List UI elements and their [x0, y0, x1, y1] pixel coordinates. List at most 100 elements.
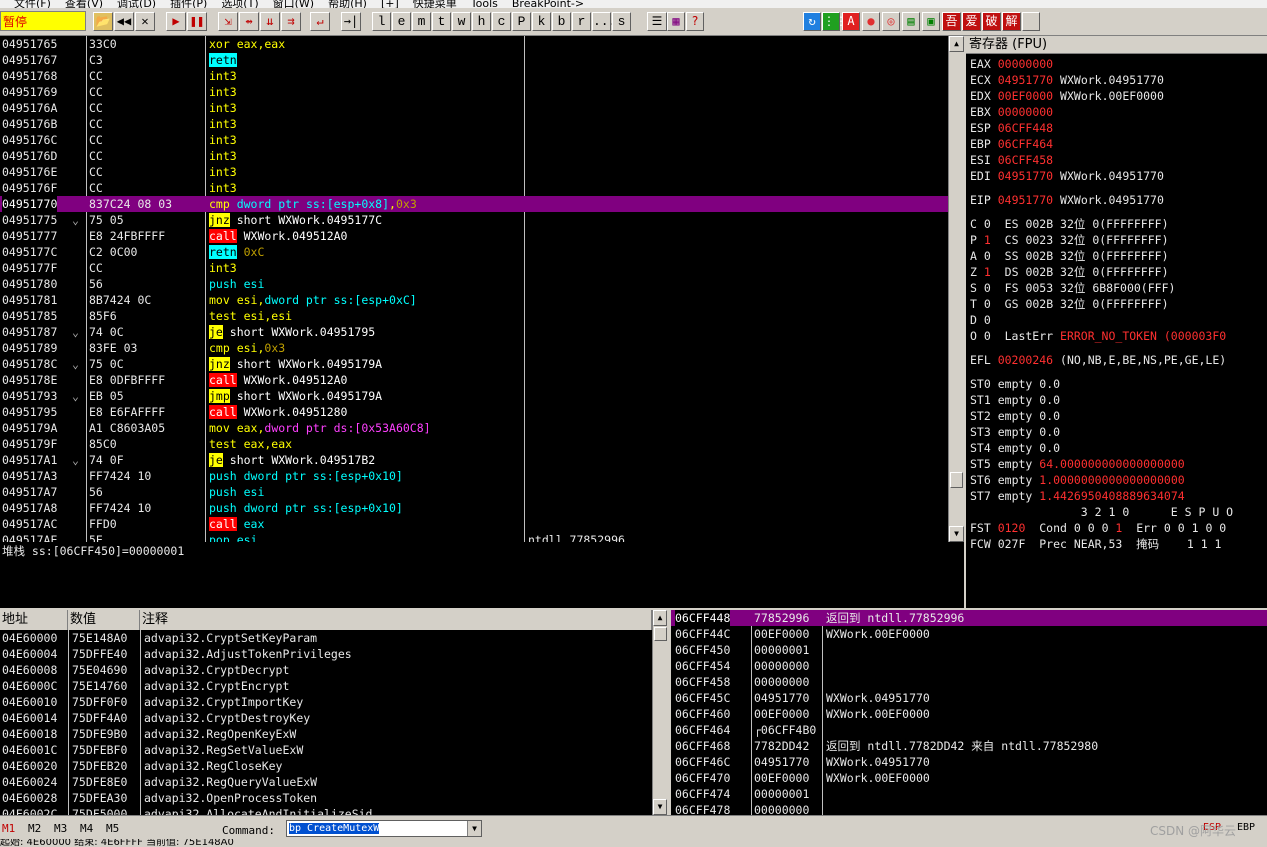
refresh-icon[interactable]: ↻: [803, 12, 821, 31]
scroll-up-icon[interactable]: ▲: [949, 36, 964, 52]
fpu-value[interactable]: 0.0: [1039, 393, 1060, 407]
flag-value[interactable]: 0: [984, 217, 991, 231]
toolbar-letter-button[interactable]: c: [492, 12, 511, 31]
memory-tab[interactable]: M4: [80, 822, 93, 835]
menu-item[interactable]: 快捷菜单: [413, 0, 457, 8]
register-row[interactable]: ESI 06CFF458: [966, 152, 1267, 168]
disasm-row[interactable]: 0495176A CC int3: [0, 100, 948, 116]
fpu-value[interactable]: 0.0: [1039, 441, 1060, 455]
disasm-row[interactable]: 0495178C ⌄ 75 0C jnz short WXWork.0495179A: [0, 356, 948, 372]
disasm-row[interactable]: 0495176E CC int3: [0, 164, 948, 180]
menu-item[interactable]: 帮助(H): [328, 0, 367, 8]
register-value[interactable]: 00EF0000: [998, 89, 1053, 103]
disasm-row[interactable]: 0495176B CC int3: [0, 116, 948, 132]
toolbar-letter-button[interactable]: s: [612, 12, 631, 31]
stack-row[interactable]: 06CFF44C 00EF0000 WXWork.00EF0000: [671, 626, 1267, 642]
stack-row[interactable]: 06CFF450 00000001: [671, 642, 1267, 658]
stack-row[interactable]: 06CFF474 00000001: [671, 786, 1267, 802]
toolbar-letter-button[interactable]: m: [412, 12, 431, 31]
disasm-row[interactable]: 0495176D CC int3: [0, 148, 948, 164]
register-row[interactable]: EDX 00EF0000 WXWork.00EF0000: [966, 88, 1267, 104]
fpu-row[interactable]: ST2 empty 0.0: [966, 408, 1267, 424]
run-icon[interactable]: ▶: [166, 12, 186, 31]
disasm-row[interactable]: 0495177F CC int3: [0, 260, 948, 276]
memory-tab[interactable]: M5: [106, 822, 119, 835]
memory-tab[interactable]: M1: [2, 822, 15, 835]
menu-item[interactable]: Tools: [471, 0, 498, 8]
disasm-row[interactable]: 04951785 85F6 test esi,esi: [0, 308, 948, 324]
disassembly-scrollbar[interactable]: ▲ ▼: [948, 36, 964, 542]
chevron-down-icon[interactable]: ▼: [467, 821, 481, 836]
toolbar-letter-button[interactable]: r: [572, 12, 591, 31]
disasm-row[interactable]: 04951780 56 push esi: [0, 276, 948, 292]
toolbar-letter-button[interactable]: w: [452, 12, 471, 31]
pause-icon[interactable]: ❚❚: [187, 12, 207, 31]
stack-row[interactable]: 06CFF478 00000000: [671, 802, 1267, 815]
plugin-icon[interactable]: ⋮⋮: [822, 12, 847, 31]
dump-row[interactable]: 04E60008 75E04690 advapi32.CryptDecrypt: [0, 662, 652, 678]
register-value[interactable]: 06CFF458: [998, 153, 1053, 167]
fst-value[interactable]: 0120: [998, 521, 1026, 535]
disasm-row[interactable]: 049517AC FFD0 call eax: [0, 516, 948, 532]
terminal-icon[interactable]: ▣: [922, 12, 940, 31]
register-value[interactable]: 00000000: [998, 57, 1053, 71]
stack-pane[interactable]: 06CFF448 77852996 返回到 ntdll.77852996 06CFF4…: [671, 610, 1267, 815]
disasm-row[interactable]: 04951767 C3 retn: [0, 52, 948, 68]
toolbar-letter-button[interactable]: k: [532, 12, 551, 31]
stack-row[interactable]: 06CFF468 7782DD42 返回到 ntdll.7782DD42 来自 nt…: [671, 738, 1267, 754]
toolbar-cn-button[interactable]: 破: [982, 12, 1001, 31]
step-into-icon[interactable]: ⇲: [218, 12, 238, 31]
dump-row[interactable]: 04E60018 75DFE9B0 advapi32.RegOpenKeyExW: [0, 726, 652, 742]
dump-row[interactable]: 04E6002C 75DF5000 advapi32.AllocateAndInit…: [0, 806, 652, 815]
stack-row[interactable]: 06CFF448 77852996 返回到 ntdll.77852996: [671, 610, 1267, 626]
disasm-row[interactable]: 0495178E E8 0DFBFFFF call WXWork.049512A0: [0, 372, 948, 388]
stack-row[interactable]: 06CFF46C 04951770 WXWork.04951770: [671, 754, 1267, 770]
dump-scroll-up-icon[interactable]: ▲: [653, 610, 667, 626]
close-icon[interactable]: ✕: [135, 12, 155, 31]
dump-pane[interactable]: 地址 数值 注释 04E60000 75E148A0 advapi32.CryptS…: [0, 610, 652, 815]
disasm-row[interactable]: 0495179F 85C0 test eax,eax: [0, 436, 948, 452]
disasm-row[interactable]: 0495177C C2 0C00 retn 0xC: [0, 244, 948, 260]
flag-row[interactable]: Z 1 DS 002B 32位 0(FFFFFFFF): [966, 264, 1267, 280]
flag-row[interactable]: P 1 CS 0023 32位 0(FFFFFFFF): [966, 232, 1267, 248]
disasm-row[interactable]: 0495176F CC int3: [0, 180, 948, 196]
register-row[interactable]: ESP 06CFF448: [966, 120, 1267, 136]
register-value[interactable]: 00000000: [998, 105, 1053, 119]
dump-header-address[interactable]: 地址: [0, 610, 68, 630]
stack-row[interactable]: 06CFF470 00EF0000 WXWork.00EF0000: [671, 770, 1267, 786]
dump-row[interactable]: 04E60020 75DFEB20 advapi32.RegCloseKey: [0, 758, 652, 774]
toolbar-letter-button[interactable]: h: [472, 12, 491, 31]
dump-row[interactable]: 04E60010 75DFF0F0 advapi32.CryptImportKey: [0, 694, 652, 710]
fpu-row[interactable]: ST7 empty 1.4426950408889634074: [966, 488, 1267, 504]
menu-item[interactable]: 调试(D): [117, 0, 156, 8]
flag-value[interactable]: 0: [984, 297, 991, 311]
scroll-thumb[interactable]: [950, 472, 963, 488]
register-value[interactable]: 04951770: [998, 169, 1053, 183]
toolbar-cn-button[interactable]: 吾: [942, 12, 961, 31]
disasm-row[interactable]: 04951793 ⌄ EB 05 jmp short WXWork.0495179A: [0, 388, 948, 404]
fst-row[interactable]: FST 0120 Cond 0 0 0 1 Err 0 0 1 0 0: [966, 520, 1267, 536]
disasm-row[interactable]: 0495176C CC int3: [0, 132, 948, 148]
flag-row[interactable]: D 0: [966, 312, 1267, 328]
disasm-row[interactable]: 049517A7 56 push esi: [0, 484, 948, 500]
scroll-down-icon[interactable]: ▼: [949, 526, 964, 542]
flag-value[interactable]: 0: [984, 249, 991, 263]
register-row[interactable]: ECX 04951770 WXWork.04951770: [966, 72, 1267, 88]
dump-scroll-thumb[interactable]: [654, 627, 667, 641]
menu-item[interactable]: BreakPoint->: [512, 0, 584, 8]
register-value[interactable]: 04951770: [998, 73, 1053, 87]
memory-tab[interactable]: M2: [28, 822, 41, 835]
list-icon[interactable]: ☰: [647, 12, 667, 31]
fpu-row[interactable]: ST1 empty 0.0: [966, 392, 1267, 408]
disasm-row[interactable]: 04951775 ⌄ 75 05 jnz short WXWork.0495177C: [0, 212, 948, 228]
disasm-row[interactable]: 04951777 E8 24FBFFFF call WXWork.049512A0: [0, 228, 948, 244]
flag-value[interactable]: 0: [984, 281, 991, 295]
register-pane[interactable]: 寄存器 (FPU) EAX 00000000 ECX 04951770 WXWor…: [966, 36, 1267, 608]
stack-row[interactable]: 06CFF464 ┌06CFF4B0: [671, 722, 1267, 738]
target-icon[interactable]: ◎: [882, 12, 900, 31]
disasm-row[interactable]: 04951770 837C24 08 03 cmp dword ptr ss:[es…: [0, 196, 948, 212]
dump-header-value[interactable]: 数值: [68, 610, 140, 630]
toolbar-letter-button[interactable]: t: [432, 12, 451, 31]
toolbar-cn-button[interactable]: 爱: [962, 12, 981, 31]
disasm-row[interactable]: 049517A3 FF7424 10 push dword ptr ss:[esp+…: [0, 468, 948, 484]
